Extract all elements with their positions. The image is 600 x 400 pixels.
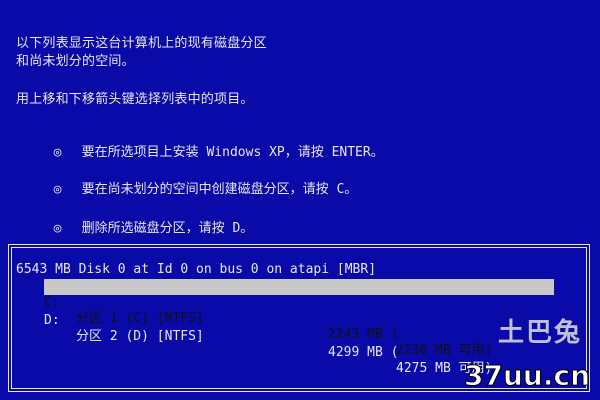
watermark: 土巴兔 37uu.cn bbox=[440, 312, 591, 393]
intro-line-3: 用上移和下移箭头键选择列表中的项目。 bbox=[16, 92, 254, 107]
option-install-text: 要在所选项目上安装 Windows XP，请按 ENTER。 bbox=[81, 145, 384, 160]
watermark-logo: 土巴兔 bbox=[497, 318, 582, 348]
option-delete-text: 删除所选磁盘分区，请按 D。 bbox=[81, 221, 254, 236]
option-delete: ◎ 删除所选磁盘分区，请按 D。 bbox=[38, 205, 254, 237]
partition-row-c[interactable]: C: 分区 1 (C) [NTFS] 2243 MB ( 2230 MB 可用) bbox=[44, 279, 554, 358]
partition-size: 2243 MB ( bbox=[328, 327, 399, 342]
option-install-bullet-icon: ◎ bbox=[53, 145, 62, 160]
partition-name: 分区 1 (C) [NTFS] bbox=[76, 311, 204, 326]
intro-line-1: 以下列表显示这台计算机上的现有磁盘分区 bbox=[16, 36, 267, 51]
option-create-text: 要在尚未划分的空间中创建磁盘分区，请按 C。 bbox=[81, 182, 358, 197]
option-create: ◎ 要在尚未划分的空间中创建磁盘分区，请按 C。 bbox=[38, 166, 358, 198]
option-delete-bullet-icon: ◎ bbox=[53, 221, 62, 236]
partition-size: 4299 MB ( bbox=[328, 345, 399, 360]
partition-name: 分区 2 (D) [NTFS] bbox=[76, 329, 204, 344]
partition-row-d[interactable]: D: 分区 2 (D) [NTFS] 4299 MB ( 4275 MB 可用) bbox=[44, 297, 554, 376]
option-create-bullet-icon: ◎ bbox=[53, 182, 62, 197]
partition-drive: D: bbox=[44, 313, 60, 328]
disk-header: 6543 MB Disk 0 at Id 0 on bus 0 on atapi… bbox=[16, 262, 377, 277]
intro-line-2: 和尚未划分的空间。 bbox=[16, 54, 135, 69]
watermark-url: 37uu.cn bbox=[464, 359, 591, 393]
option-install: ◎ 要在所选项目上安装 Windows XP，请按 ENTER。 bbox=[38, 129, 384, 161]
